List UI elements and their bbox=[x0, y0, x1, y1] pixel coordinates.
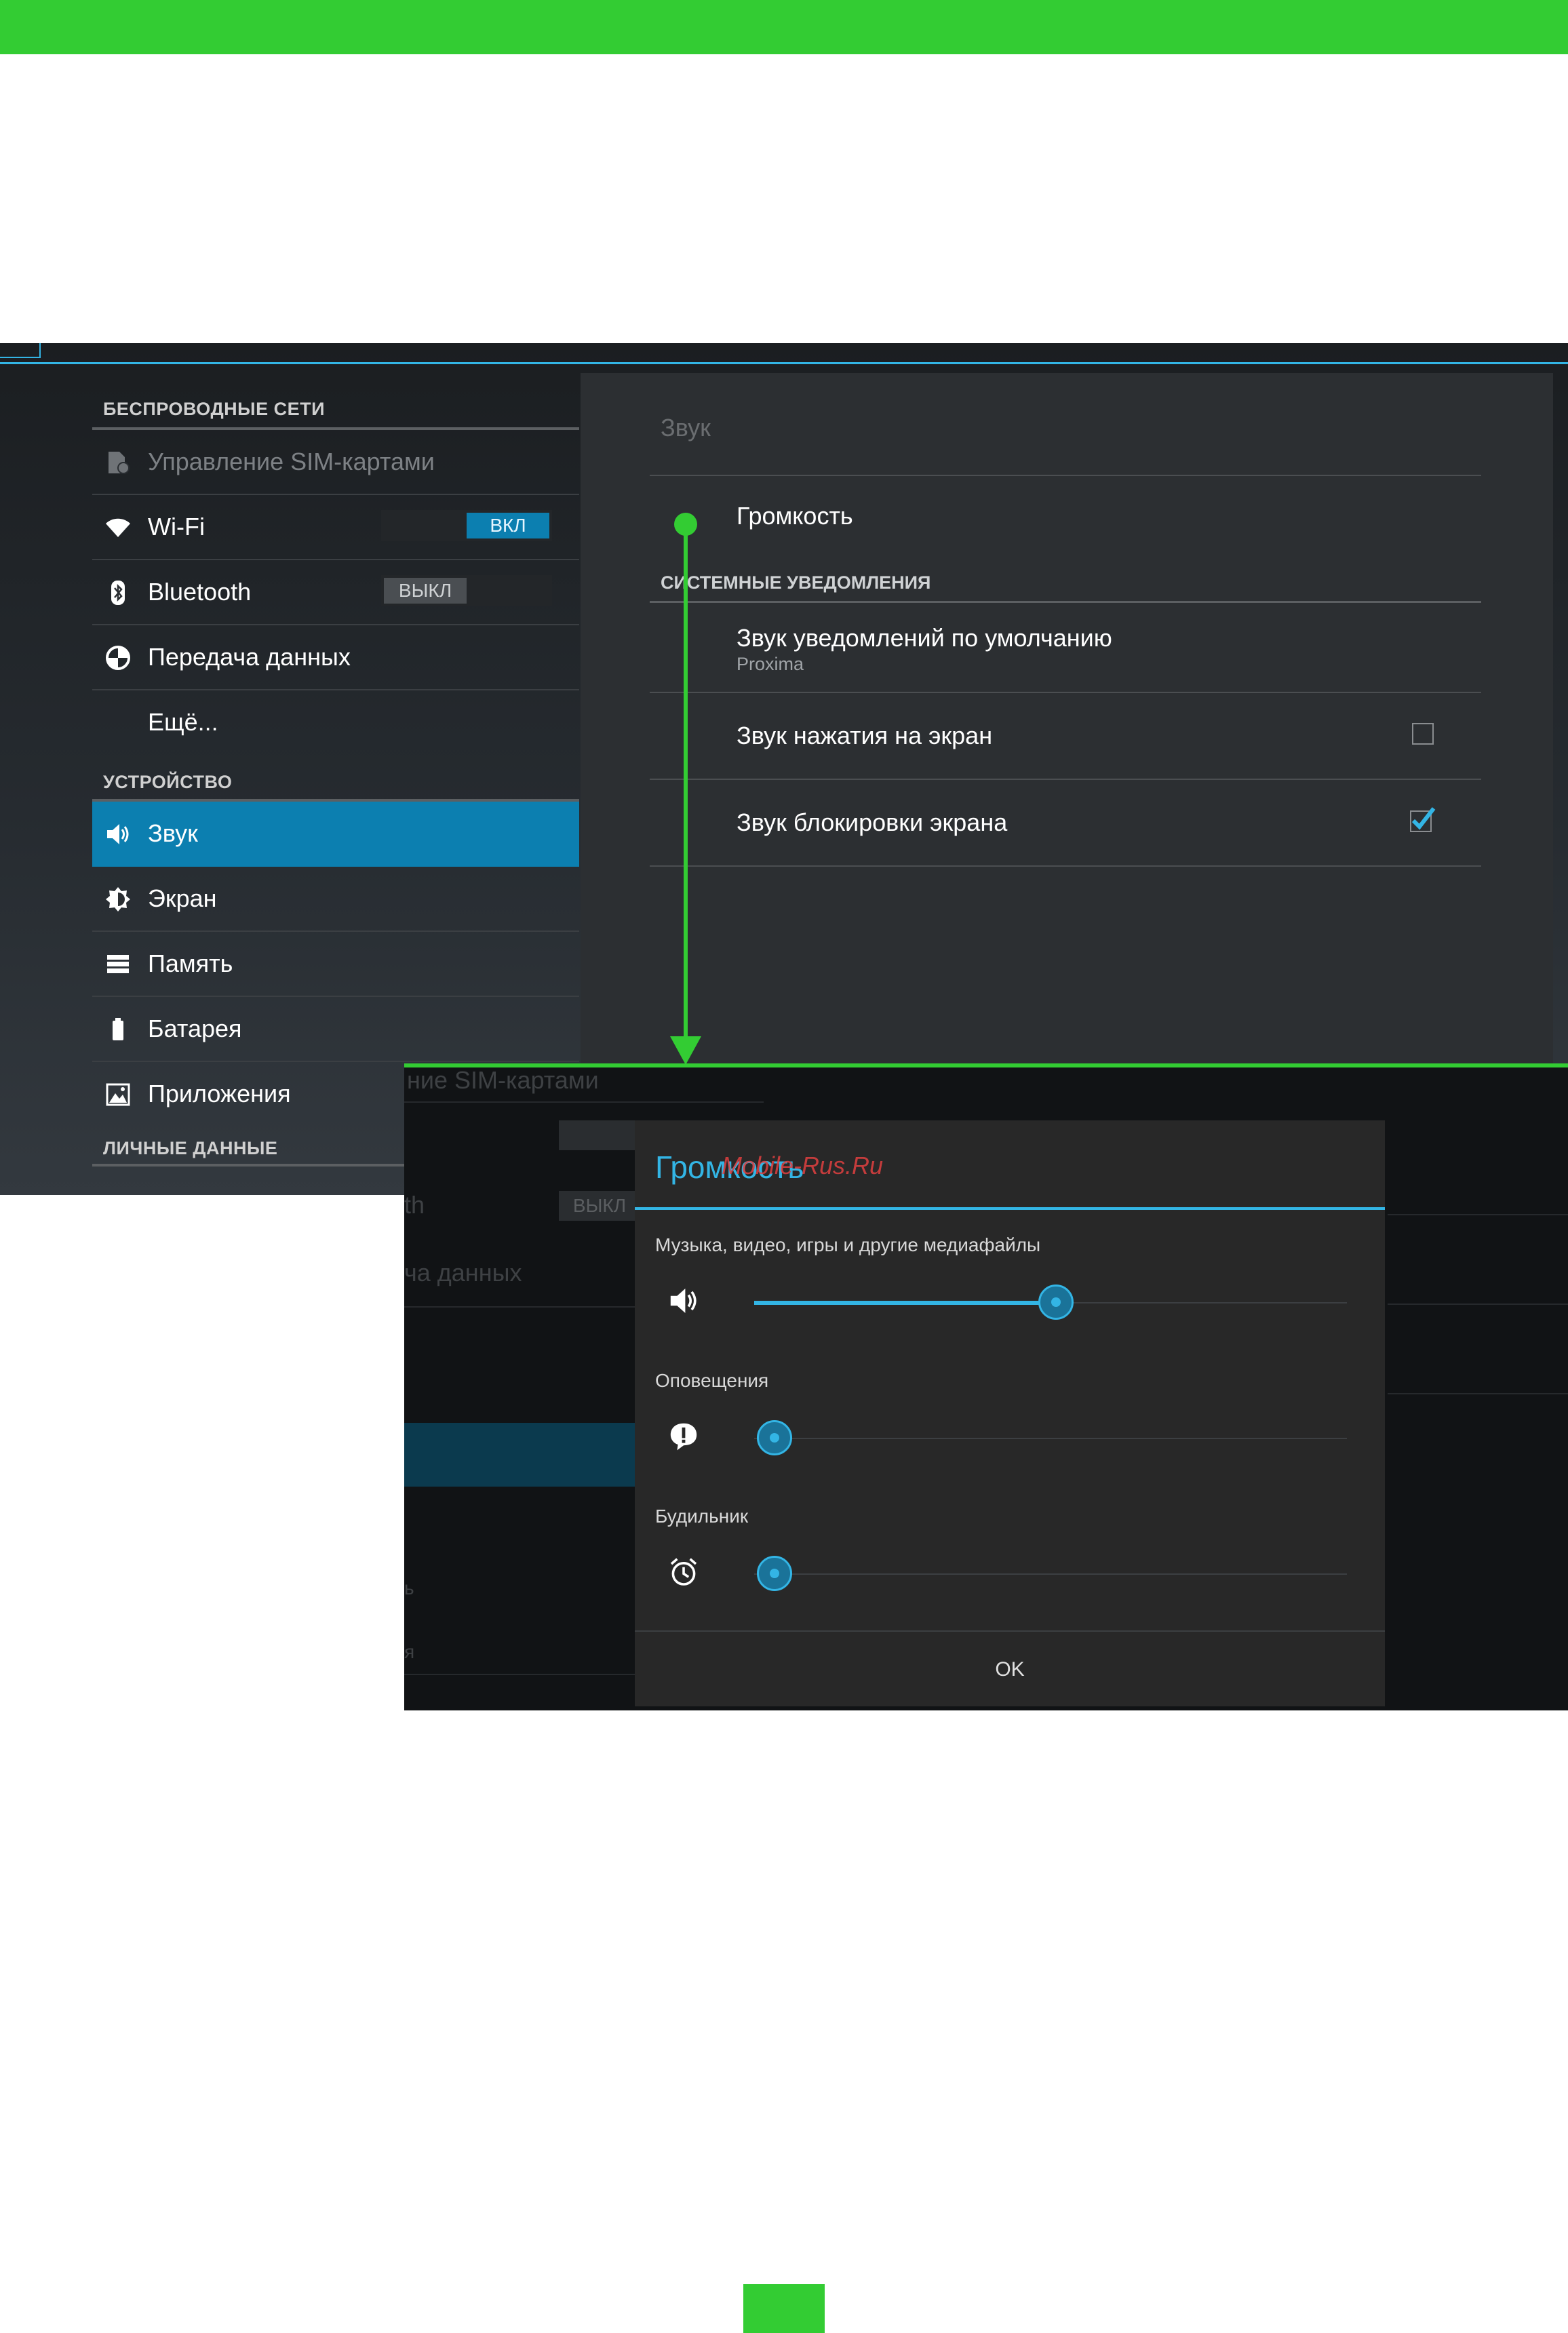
volume-dialog-screenshot: ние SIM-картами th ВЫКЛ ча данных ь я Гр… bbox=[404, 1063, 1568, 1710]
volume-setting[interactable]: Громкость bbox=[737, 502, 853, 530]
sidebar-item-battery[interactable]: Батарея bbox=[92, 997, 579, 1062]
background-memory-item: ь bbox=[404, 1577, 414, 1599]
background-divider bbox=[404, 1674, 635, 1675]
sidebar-item-label: Батарея bbox=[148, 1015, 242, 1042]
brightness-icon bbox=[106, 887, 130, 911]
ok-button[interactable]: OK bbox=[635, 1633, 1385, 1706]
sidebar-item-label: Ещё... bbox=[148, 708, 218, 736]
sidebar-item-label: Управление SIM-картами bbox=[148, 448, 435, 475]
pane-title: Звук bbox=[661, 414, 711, 442]
sidebar-item-sim[interactable]: Управление SIM-картами bbox=[92, 430, 579, 495]
alarm-volume-track[interactable] bbox=[754, 1573, 1347, 1575]
default-notification-sound[interactable]: Звук уведомлений по умолчанию bbox=[737, 624, 1112, 652]
sidebar-item-label: Звук bbox=[148, 819, 198, 847]
alarm-volume-thumb[interactable] bbox=[757, 1556, 792, 1591]
touch-sound-setting[interactable]: Звук нажатия на экран bbox=[737, 722, 992, 750]
wifi-toggle[interactable]: ВКЛ bbox=[381, 510, 552, 541]
connector-dot bbox=[674, 513, 697, 536]
bluetooth-icon bbox=[111, 581, 125, 605]
lock-sound-setting[interactable]: Звук блокировки экрана bbox=[737, 808, 1007, 837]
media-volume-fill bbox=[754, 1301, 1056, 1305]
divider bbox=[650, 601, 1481, 603]
dialog-button-divider bbox=[635, 1630, 1385, 1632]
sidebar-item-label: Bluetooth bbox=[148, 578, 252, 606]
data-usage-icon bbox=[106, 646, 130, 670]
sidebar-item-more[interactable]: Ещё... bbox=[92, 690, 579, 754]
section-wireless: БЕСПРОВОДНЫЕ СЕТИ bbox=[103, 399, 326, 419]
sidebar-item-label: Экран bbox=[148, 884, 217, 912]
wifi-icon bbox=[106, 518, 130, 537]
sidebar-item-storage[interactable]: Память bbox=[92, 932, 579, 997]
sidebar-item-bluetooth[interactable]: Bluetooth ВЫКЛ bbox=[92, 560, 579, 625]
notification-volume-track[interactable] bbox=[754, 1438, 1347, 1439]
sidebar-item-data-usage[interactable]: Передача данных bbox=[92, 625, 579, 690]
background-bluetooth-toggle: ВЫКЛ bbox=[559, 1191, 640, 1221]
default-notification-value: Proxima bbox=[737, 654, 804, 674]
touch-sound-checkbox[interactable] bbox=[1412, 723, 1434, 745]
speaker-icon bbox=[107, 824, 129, 844]
notification-volume-label: Оповещения bbox=[655, 1370, 769, 1391]
connector-arrow-icon bbox=[670, 1036, 701, 1065]
alarm-volume-label: Будильник bbox=[655, 1506, 749, 1527]
media-volume-label: Музыка, видео, игры и другие медиафайлы bbox=[655, 1234, 1041, 1255]
sidebar-item-wifi[interactable]: Wi-Fi ВКЛ bbox=[92, 495, 579, 560]
divider bbox=[650, 475, 1481, 476]
background-divider bbox=[404, 1101, 764, 1103]
background-sim-item: ние SIM-картами bbox=[407, 1066, 599, 1094]
bluetooth-toggle[interactable]: ВЫКЛ bbox=[381, 575, 552, 606]
divider bbox=[650, 779, 1481, 780]
volume-dialog: Громкость Mobile-Rus.Ru Музыка, видео, и… bbox=[635, 1120, 1385, 1706]
notification-bubble-icon bbox=[670, 1423, 697, 1451]
background-divider bbox=[1388, 1303, 1568, 1305]
background-divider bbox=[1388, 1214, 1568, 1215]
section-device: УСТРОЙСТВО bbox=[103, 772, 233, 792]
media-volume-thumb[interactable] bbox=[1038, 1285, 1074, 1320]
page-number-box bbox=[743, 2284, 825, 2333]
notification-volume-thumb[interactable] bbox=[757, 1420, 792, 1455]
sidebar-item-label: Wi-Fi bbox=[148, 513, 205, 541]
section-system-notifications: СИСТЕМНЫЕ УВЕДОМЛЕНИЯ bbox=[661, 572, 931, 593]
toggle-knob: ВКЛ bbox=[467, 513, 549, 538]
alarm-clock-icon bbox=[670, 1558, 697, 1586]
background-divider bbox=[1388, 1393, 1568, 1394]
sim-card-icon bbox=[109, 452, 130, 474]
sidebar-item-sound[interactable]: Звук bbox=[92, 802, 579, 867]
top-green-bar bbox=[0, 0, 1568, 54]
sidebar-item-label: Память bbox=[148, 949, 233, 977]
divider bbox=[650, 865, 1481, 867]
action-bar-line bbox=[0, 362, 1568, 364]
background-active-item bbox=[404, 1423, 635, 1487]
sidebar-item-label: Передача данных bbox=[148, 643, 351, 671]
connector-line bbox=[684, 524, 688, 1040]
storage-icon bbox=[107, 955, 129, 973]
background-bluetooth-item: th bbox=[404, 1191, 425, 1219]
battery-icon bbox=[113, 1018, 123, 1040]
lock-sound-checkbox[interactable] bbox=[1408, 804, 1438, 834]
background-battery-item: я bbox=[404, 1641, 415, 1662]
watermark: Mobile-Rus.Ru bbox=[722, 1152, 884, 1179]
background-data-item: ча данных bbox=[404, 1259, 522, 1287]
background-divider bbox=[404, 1306, 635, 1308]
corner-frame bbox=[0, 343, 41, 358]
divider bbox=[650, 692, 1481, 693]
sidebar-item-label: Приложения bbox=[148, 1080, 291, 1107]
toggle-knob: ВЫКЛ bbox=[384, 578, 467, 604]
speaker-icon bbox=[670, 1289, 697, 1313]
dialog-title-divider bbox=[635, 1207, 1385, 1210]
sidebar-item-display[interactable]: Экран bbox=[92, 867, 579, 932]
section-personal: ЛИЧНЫЕ ДАННЫЕ bbox=[103, 1138, 278, 1158]
apps-icon bbox=[106, 1083, 130, 1106]
